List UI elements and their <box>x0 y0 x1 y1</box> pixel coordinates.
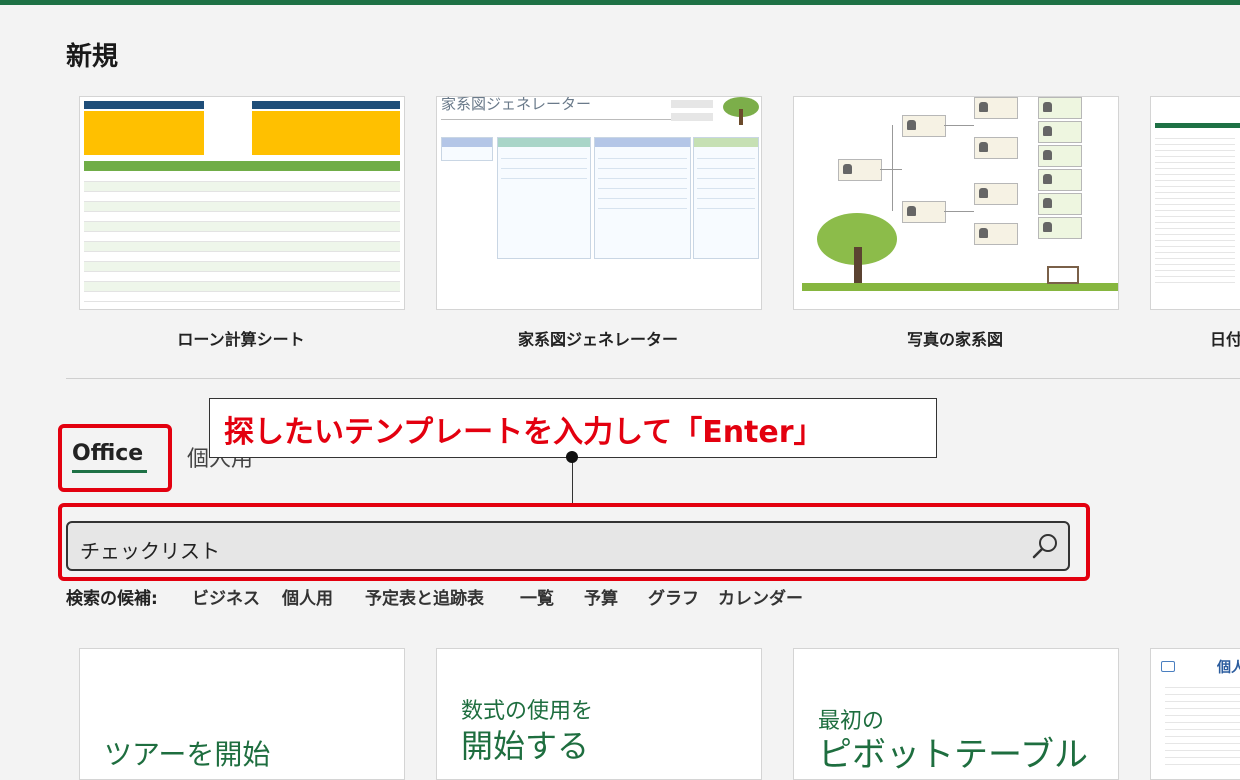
thumb-person <box>1038 121 1082 143</box>
thumb-button <box>671 100 713 108</box>
thumb-person <box>974 97 1018 119</box>
search-icon[interactable] <box>1030 531 1060 561</box>
thumb-person <box>1038 145 1082 167</box>
template-card-personal[interactable]: 個人 <box>1150 648 1240 780</box>
template-name-family-generator[interactable]: 家系図ジェネレーター <box>436 326 760 350</box>
thumb-generation-1 <box>497 137 591 259</box>
briefcase-icon <box>1161 661 1175 672</box>
thumb-input-block <box>84 111 204 155</box>
template-card-pivot[interactable]: 最初の ピボットテーブル <box>793 648 1119 780</box>
thumb-button <box>671 113 713 121</box>
tree-illustration <box>723 97 759 125</box>
thumb-table-header <box>84 161 400 171</box>
template-card-family-generator[interactable]: 家系図ジェネレーター <box>436 96 762 310</box>
thumb-header <box>252 101 400 109</box>
suggestion-list[interactable]: 一覧 <box>520 584 554 609</box>
callout-text: 探したいテンプレートを入力して「Enter」 <box>224 415 824 450</box>
template-name-date[interactable]: 日付 <box>1210 326 1240 350</box>
thumb-generation-3 <box>693 137 759 259</box>
thumb-connector <box>892 125 893 211</box>
card-title: ツアーを開始 <box>104 738 271 771</box>
thumb-generation-2 <box>594 137 691 259</box>
thumb-root-column <box>441 137 493 161</box>
section-title-new: 新規 <box>66 42 119 72</box>
thumb-table <box>1155 133 1235 283</box>
card-title-line2: ピボットテーブル <box>818 735 1088 775</box>
title-bar-accent <box>0 0 1240 5</box>
card-title: 個人 <box>1217 660 1240 676</box>
template-search-input[interactable]: チェックリスト <box>66 521 1070 571</box>
thumb-summary-block <box>252 111 400 155</box>
thumb-separator <box>441 119 671 120</box>
highlight-office-tab <box>58 424 172 492</box>
thumb-table <box>1165 681 1240 771</box>
template-name-photo-tree[interactable]: 写真の家系図 <box>793 326 1117 350</box>
suggestions-label: 検索の候補: <box>66 589 158 609</box>
template-card-date[interactable] <box>1150 96 1240 310</box>
callout-anchor-dot <box>566 451 578 463</box>
thumb-header <box>84 101 204 109</box>
thumb-person <box>902 115 946 137</box>
thumb-connector <box>944 125 974 126</box>
template-card-loan[interactable] <box>79 96 405 310</box>
card-title-line2: 開始する <box>461 727 590 765</box>
thumb-title: 家系図ジェネレーター <box>441 96 592 113</box>
template-name-loan[interactable]: ローン計算シート <box>79 326 403 350</box>
tree-illustration <box>802 213 1118 291</box>
template-card-formulas[interactable]: 数式の使用を 開始する <box>436 648 762 780</box>
suggestion-calendar[interactable]: カレンダー <box>718 584 803 609</box>
thumb-person <box>974 183 1018 205</box>
thumb-person <box>974 137 1018 159</box>
thumb-header <box>1155 123 1240 128</box>
callout-box: 探したいテンプレートを入力して「Enter」 <box>209 398 937 458</box>
suggestion-schedule-tracker[interactable]: 予定表と追跡表 <box>365 584 484 609</box>
thumb-table <box>80 172 404 309</box>
template-card-tour[interactable]: ツアーを開始 <box>79 648 405 780</box>
callout-connector <box>572 457 573 507</box>
template-card-photo-tree[interactable] <box>793 96 1119 310</box>
thumb-connector <box>880 169 902 170</box>
thumb-person <box>838 159 882 181</box>
search-input-value: チェックリスト <box>80 539 220 563</box>
thumb-person <box>1038 169 1082 191</box>
thumb-person <box>1038 97 1082 119</box>
section-divider <box>66 378 1240 379</box>
suggestion-budget[interactable]: 予算 <box>584 584 618 609</box>
suggestion-chart[interactable]: グラフ <box>648 584 699 609</box>
suggestion-personal[interactable]: 個人用 <box>282 584 333 609</box>
suggestion-business[interactable]: ビジネス <box>192 584 260 609</box>
